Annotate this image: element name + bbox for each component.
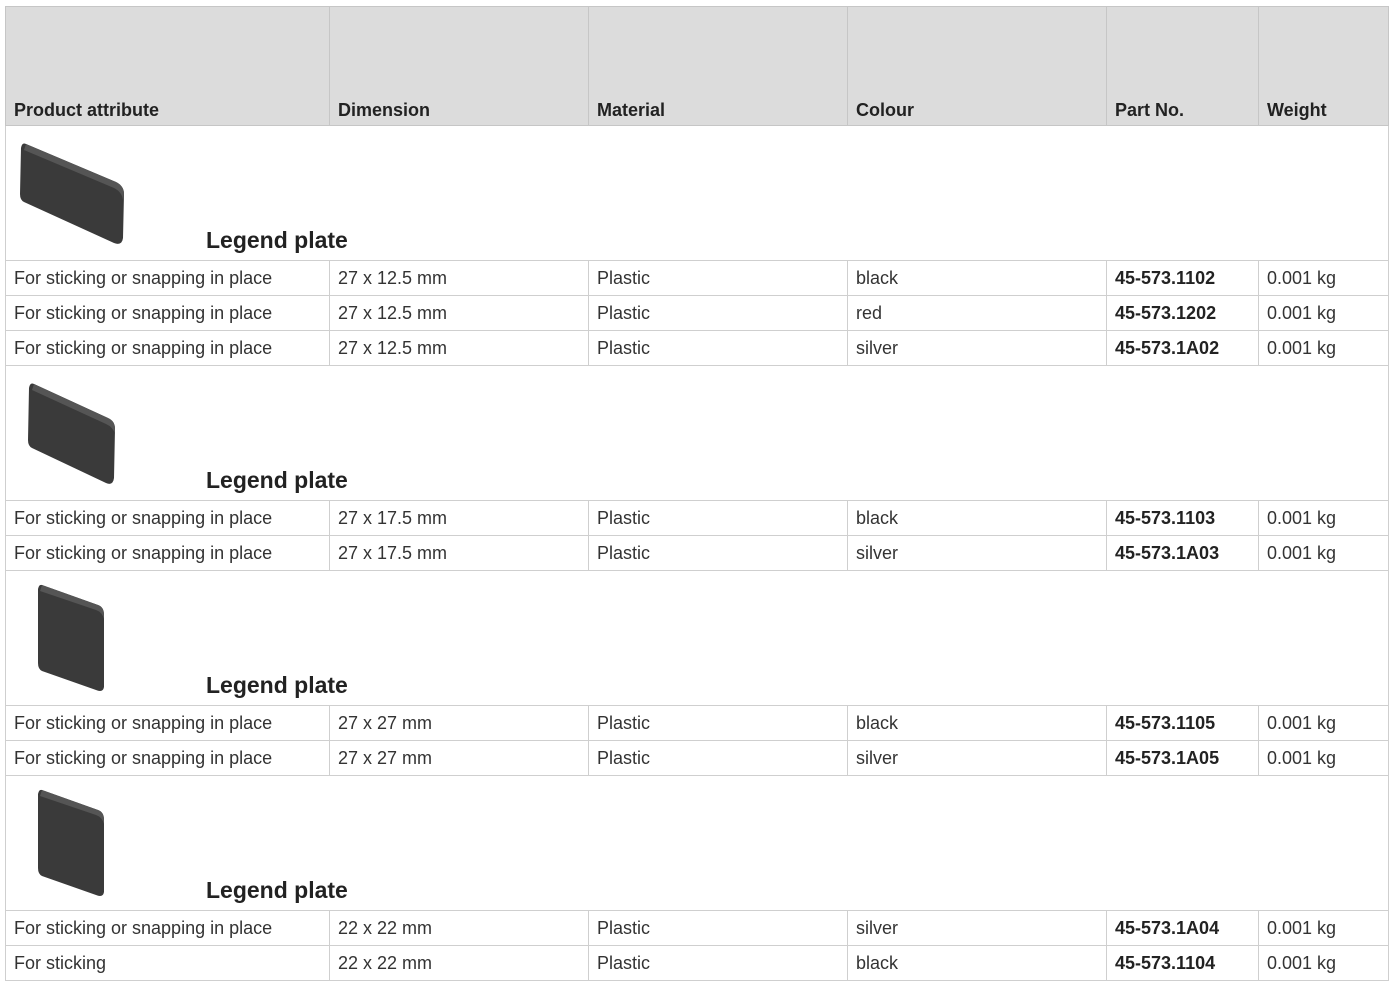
column-header-dimension: Dimension (329, 6, 589, 126)
cell-dimension: 27 x 12.5 mm (329, 260, 589, 296)
table-row: For sticking or snapping in place 27 x 2… (5, 705, 1389, 741)
cell-colour: silver (847, 330, 1107, 366)
section-header: Legend plate (5, 775, 1389, 911)
cell-weight: 0.001 kg (1258, 705, 1389, 741)
cell-colour: black (847, 260, 1107, 296)
cell-colour: black (847, 500, 1107, 536)
cell-attribute: For sticking or snapping in place (5, 740, 330, 776)
section-title: Legend plate (206, 877, 348, 903)
cell-attribute: For sticking (5, 945, 330, 981)
cell-part-no: 45-573.1102 (1106, 260, 1259, 296)
cell-attribute: For sticking or snapping in place (5, 535, 330, 571)
cell-weight: 0.001 kg (1258, 500, 1389, 536)
table-row: For sticking or snapping in place 22 x 2… (5, 910, 1389, 946)
cell-colour: silver (847, 740, 1107, 776)
cell-dimension: 22 x 22 mm (329, 945, 589, 981)
cell-attribute: For sticking or snapping in place (5, 330, 330, 366)
cell-dimension: 27 x 27 mm (329, 740, 589, 776)
cell-material: Plastic (588, 740, 848, 776)
cell-part-no: 45-573.1105 (1106, 705, 1259, 741)
section-title: Legend plate (206, 672, 348, 698)
cell-dimension: 27 x 17.5 mm (329, 500, 589, 536)
cell-part-no: 45-573.1A04 (1106, 910, 1259, 946)
cell-material: Plastic (588, 535, 848, 571)
column-header-material: Material (588, 6, 848, 126)
cell-part-no: 45-573.1202 (1106, 295, 1259, 331)
cell-weight: 0.001 kg (1258, 330, 1389, 366)
table-row: For sticking 22 x 22 mm Plastic black 45… (5, 945, 1389, 981)
section-title: Legend plate (206, 467, 348, 493)
cell-part-no: 45-573.1A05 (1106, 740, 1259, 776)
legend-plate-medium-icon (28, 383, 115, 484)
section-header: Legend plate (5, 365, 1389, 501)
cell-material: Plastic (588, 705, 848, 741)
column-header-colour: Colour (847, 6, 1107, 126)
cell-colour: black (847, 705, 1107, 741)
cell-dimension: 22 x 22 mm (329, 910, 589, 946)
column-header-part-no: Part No. (1106, 6, 1259, 126)
cell-dimension: 27 x 12.5 mm (329, 295, 589, 331)
cell-colour: red (847, 295, 1107, 331)
cell-weight: 0.001 kg (1258, 910, 1389, 946)
cell-attribute: For sticking or snapping in place (5, 500, 330, 536)
table-row: For sticking or snapping in place 27 x 1… (5, 260, 1389, 296)
legend-plate-small-square-icon (38, 789, 104, 896)
cell-weight: 0.001 kg (1258, 535, 1389, 571)
cell-part-no: 45-573.1104 (1106, 945, 1259, 981)
table-header: Product attribute Dimension Material Col… (5, 6, 1389, 126)
table-row: For sticking or snapping in place 27 x 1… (5, 330, 1389, 366)
cell-material: Plastic (588, 910, 848, 946)
legend-plate-square-icon (38, 584, 104, 691)
cell-weight: 0.001 kg (1258, 945, 1389, 981)
table-row: For sticking or snapping in place 27 x 2… (5, 740, 1389, 776)
cell-colour: silver (847, 535, 1107, 571)
table-row: For sticking or snapping in place 27 x 1… (5, 500, 1389, 536)
table-row: For sticking or snapping in place 27 x 1… (5, 535, 1389, 571)
cell-colour: black (847, 945, 1107, 981)
cell-part-no: 45-573.1A03 (1106, 535, 1259, 571)
column-header-weight: Weight (1258, 6, 1389, 126)
cell-dimension: 27 x 12.5 mm (329, 330, 589, 366)
product-table: Product attribute Dimension Material Col… (5, 6, 1389, 981)
product-table-page: { "columns": ["Product attribute", "Dime… (0, 0, 1391, 983)
cell-attribute: For sticking or snapping in place (5, 705, 330, 741)
cell-part-no: 45-573.1A02 (1106, 330, 1259, 366)
cell-material: Plastic (588, 260, 848, 296)
cell-part-no: 45-573.1103 (1106, 500, 1259, 536)
column-header-attribute: Product attribute (5, 6, 330, 126)
table-row: For sticking or snapping in place 27 x 1… (5, 295, 1389, 331)
cell-attribute: For sticking or snapping in place (5, 295, 330, 331)
cell-attribute: For sticking or snapping in place (5, 260, 330, 296)
cell-dimension: 27 x 27 mm (329, 705, 589, 741)
section-title: Legend plate (206, 227, 348, 253)
cell-material: Plastic (588, 295, 848, 331)
section-header: Legend plate (5, 570, 1389, 706)
cell-colour: silver (847, 910, 1107, 946)
cell-material: Plastic (588, 945, 848, 981)
cell-weight: 0.001 kg (1258, 260, 1389, 296)
section-header: Legend plate (5, 125, 1389, 261)
cell-material: Plastic (588, 330, 848, 366)
legend-plate-wide-icon (20, 143, 124, 244)
cell-weight: 0.001 kg (1258, 740, 1389, 776)
cell-attribute: For sticking or snapping in place (5, 910, 330, 946)
cell-weight: 0.001 kg (1258, 295, 1389, 331)
cell-material: Plastic (588, 500, 848, 536)
cell-dimension: 27 x 17.5 mm (329, 535, 589, 571)
